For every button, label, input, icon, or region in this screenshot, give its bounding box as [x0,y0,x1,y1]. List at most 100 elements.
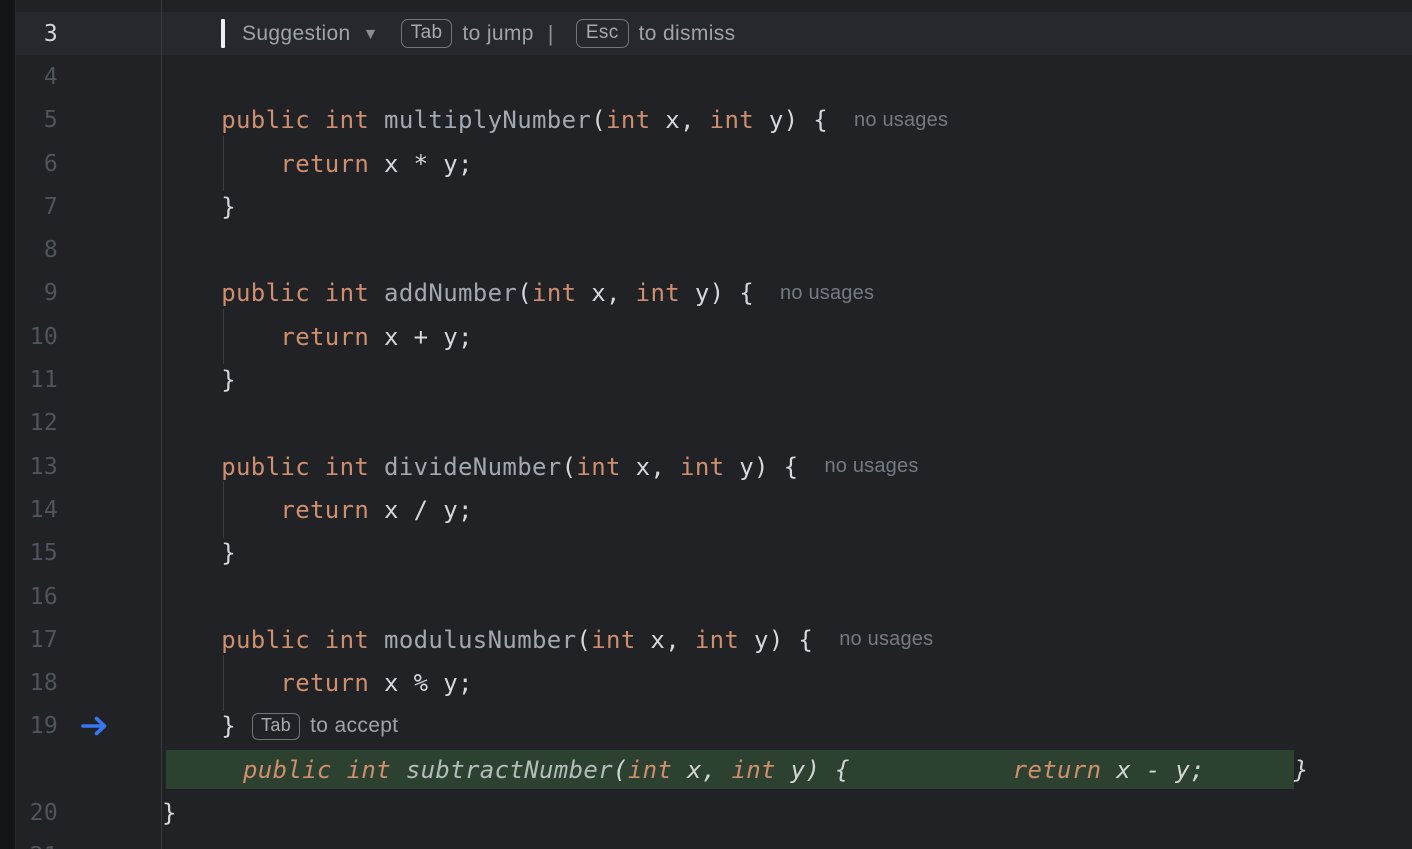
code-token: int [606,106,650,134]
suggestion-line[interactable]: public int subtractNumber(int x, int y) … [16,748,1412,791]
code-line[interactable]: 5 public int multiplyNumber(int x, int y… [16,99,1412,142]
code-line[interactable]: 8 [16,228,1412,271]
code-token [391,756,406,784]
code-line-content: } [162,185,1412,228]
line-number: 18 [16,670,58,696]
code-line-content: } Tab to accept [162,705,1412,748]
gutter-icon-slot [58,618,162,661]
line-number: 13 [16,454,58,480]
suggestion-toolbar: Suggestion ▼ Tab to jump | Esc to dismis… [225,19,735,48]
gutter-icon-slot [58,55,162,98]
code-line[interactable]: 9 public int addNumber(int x, int y) {no… [16,272,1412,315]
code-token [162,150,280,178]
code-line[interactable]: 10 return x + y; [16,315,1412,358]
code-token: subtractNumber [406,756,613,784]
code-line[interactable]: 15 } [16,532,1412,575]
code-line-content: return x % y; [162,661,1412,704]
gutter-icon-slot [58,142,162,185]
code-token: x + y; [369,323,473,351]
code-token: x, [621,453,680,481]
code-line-content: return x / y; [162,488,1412,531]
code-token: x % y; [369,669,473,697]
code-token: int [628,756,672,784]
accept-action-label: to accept [310,714,398,738]
code-line-content: public int addNumber(int x, int y) {no u… [162,272,1412,315]
gutter-icon-slot [58,12,162,55]
code-line-content: } [162,791,1412,834]
code-token [162,496,280,524]
code-line[interactable]: 21 [16,835,1412,849]
gutter-icon-slot [58,488,162,531]
chevron-down-icon: ▼ [363,26,379,44]
code-token: public int [243,756,391,784]
code-token: return [280,496,369,524]
code-token [369,106,384,134]
code-token [162,279,221,307]
code-token: y) { [739,626,813,654]
code-token: x, [650,106,709,134]
code-token [162,453,221,481]
code-token: ( [591,106,606,134]
code-token: } [162,712,236,740]
indent-guide [223,136,224,191]
code-token: int [532,279,576,307]
gutter-icon-slot [58,661,162,704]
code-token: y) { [680,279,754,307]
no-usages-hint: no usages [824,455,918,478]
no-usages-hint: no usages [780,282,874,305]
code-token: x, [636,626,695,654]
code-token [162,106,221,134]
code-line[interactable]: 6 return x * y; [16,142,1412,185]
code-token [369,626,384,654]
line-number: 6 [16,151,58,177]
editor-main[interactable]: 3 Suggestion ▼ Tab to jump | Esc to dism… [16,0,1412,849]
gutter-icon-slot [58,748,162,791]
gutter-icon-slot [58,532,162,575]
code-line-content [162,402,1412,445]
code-token: ( [576,626,591,654]
gutter-icon-slot [58,99,162,142]
code-line[interactable]: 20} [16,791,1412,834]
code-token: } [162,366,236,394]
line-number: 16 [16,584,58,610]
gutter-icon-slot [58,835,162,849]
line-number: 5 [16,107,58,133]
line-number: 10 [16,324,58,350]
code-line-content: Suggestion ▼ Tab to jump | Esc to dismis… [162,12,1412,55]
code-line[interactable]: 18 return x % y; [16,661,1412,704]
code-line[interactable]: 14 return x / y; [16,488,1412,531]
code-token: x, [576,279,635,307]
code-token [369,453,384,481]
editor-left-edge [0,0,16,849]
code-token [169,756,243,784]
code-token: y) { [724,453,798,481]
code-token [850,756,1013,784]
gutter-separator [161,0,162,849]
code-line[interactable]: 3 Suggestion ▼ Tab to jump | Esc to dism… [16,12,1412,55]
code-token [162,626,221,654]
code-line-content: return x + y; [162,315,1412,358]
suggestion-dropdown[interactable]: Suggestion ▼ [242,22,379,46]
line-number: 4 [16,64,58,90]
code-line[interactable]: 19 } Tab to accept [16,705,1412,748]
code-line-content: public int subtractNumber(int x, int y) … [162,748,1412,791]
code-line[interactable]: 17 public int modulusNumber(int x, int y… [16,618,1412,661]
code-line-content: } [162,532,1412,575]
code-token: multiplyNumber [384,106,591,134]
indent-guide [223,655,224,710]
code-line[interactable]: 13 public int divideNumber(int x, int y)… [16,445,1412,488]
code-token [162,323,280,351]
esc-key-badge: Esc [576,19,629,48]
gutter-icon-slot [58,705,162,748]
code-token [369,279,384,307]
indent-guide [223,309,224,364]
code-line[interactable]: 12 [16,402,1412,445]
code-line[interactable]: 7 } [16,185,1412,228]
arrow-right-icon [80,714,110,738]
code-line[interactable]: 16 [16,575,1412,618]
code-line[interactable]: 4 [16,55,1412,98]
line-number: 11 [16,367,58,393]
line-number: 12 [16,410,58,436]
code-token: int [695,626,739,654]
code-line[interactable]: 11 } [16,358,1412,401]
